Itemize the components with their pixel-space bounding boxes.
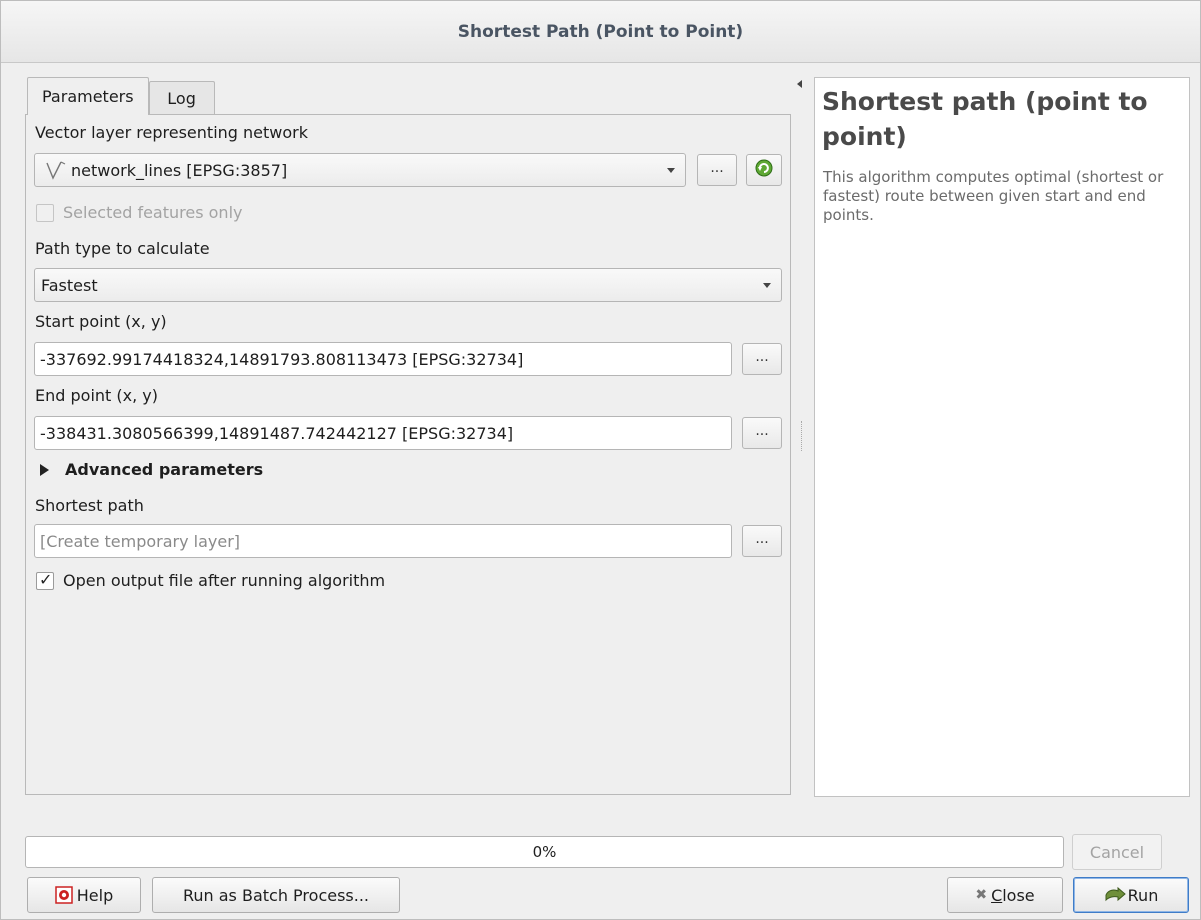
help-description: This algorithm computes optimal (shortes… xyxy=(823,168,1164,224)
end-point-pick-button[interactable]: ... xyxy=(742,417,782,449)
help-label: Help xyxy=(76,885,114,905)
open-output-label: Open output file after running algorithm xyxy=(63,571,386,590)
dialog-window: Shortest Path (Point to Point) Parameter… xyxy=(0,0,1201,920)
path-type-combo[interactable]: Fastest xyxy=(34,268,782,302)
end-point-label: End point (x, y) xyxy=(35,386,158,405)
browse-label: ... xyxy=(755,531,769,547)
cancel-label: Cancel xyxy=(1089,842,1145,862)
window-titlebar[interactable]: Shortest Path (Point to Point) xyxy=(1,1,1200,63)
chevron-down-icon xyxy=(763,283,771,288)
help-title: Shortest path (point to point) xyxy=(822,87,1148,151)
run-button[interactable]: Run xyxy=(1073,877,1189,913)
run-label: Run xyxy=(1127,885,1159,905)
parameters-panel: Vector layer representing network networ… xyxy=(25,114,791,795)
browse-label: ... xyxy=(710,160,724,176)
progress-text: 0% xyxy=(532,843,557,861)
selected-only-label: Selected features only xyxy=(63,203,243,222)
refresh-icon xyxy=(754,158,774,178)
tab-parameters-label: Parameters xyxy=(42,87,134,106)
start-point-value: -337692.99174418324,14891793.808113473 [… xyxy=(40,349,524,369)
browse-label: ... xyxy=(755,349,769,365)
path-type-value: Fastest xyxy=(41,275,98,295)
network-browse-button[interactable]: ... xyxy=(697,154,737,186)
help-panel: Shortest path (point to point) This algo… xyxy=(814,77,1190,797)
iterate-features-button[interactable] xyxy=(746,154,782,186)
start-point-pick-button[interactable]: ... xyxy=(742,343,782,375)
tab-parameters[interactable]: Parameters xyxy=(27,77,149,115)
end-point-value: -338431.3080566399,14891487.742442127 [E… xyxy=(40,423,514,443)
advanced-parameters-toggle[interactable]: Advanced parameters xyxy=(40,460,263,479)
tab-log[interactable]: Log xyxy=(148,81,215,115)
window-title: Shortest Path (Point to Point) xyxy=(457,21,744,42)
tab-log-label: Log xyxy=(167,89,196,108)
cancel-button[interactable]: Cancel xyxy=(1072,834,1162,870)
caret-right-icon xyxy=(40,463,49,476)
advanced-parameters-label: Advanced parameters xyxy=(65,460,264,479)
run-icon xyxy=(1104,886,1126,904)
collapse-help-icon[interactable] xyxy=(797,80,802,88)
start-point-input[interactable]: -337692.99174418324,14891793.808113473 [… xyxy=(34,342,732,376)
path-type-label: Path type to calculate xyxy=(35,239,210,258)
browse-label: ... xyxy=(755,423,769,439)
splitter-handle[interactable] xyxy=(801,421,803,451)
output-browse-button[interactable]: ... xyxy=(742,525,782,557)
run-batch-label: Run as Batch Process... xyxy=(182,885,370,905)
checkmark-icon: ✓ xyxy=(39,570,53,589)
output-label: Shortest path xyxy=(35,496,144,515)
run-batch-button[interactable]: Run as Batch Process... xyxy=(152,877,400,913)
output-destination-input[interactable]: [Create temporary layer] xyxy=(34,524,732,558)
tab-bar: Parameters Log xyxy=(27,77,215,115)
line-layer-icon xyxy=(41,159,71,181)
close-icon: ✖ xyxy=(975,887,988,903)
close-label: Close xyxy=(991,885,1035,905)
output-placeholder: [Create temporary layer] xyxy=(40,531,241,551)
start-point-label: Start point (x, y) xyxy=(35,312,167,331)
selected-only-checkbox[interactable] xyxy=(36,204,54,222)
lifebuoy-icon xyxy=(55,886,73,904)
help-button[interactable]: Help xyxy=(27,877,141,913)
close-button[interactable]: ✖ Close xyxy=(947,877,1063,913)
chevron-down-icon xyxy=(667,168,675,173)
progress-bar: 0% xyxy=(25,836,1064,868)
end-point-input[interactable]: -338431.3080566399,14891487.742442127 [E… xyxy=(34,416,732,450)
open-output-checkbox[interactable]: ✓ xyxy=(36,570,54,590)
network-layer-combo[interactable]: network_lines [EPSG:3857] xyxy=(34,153,686,187)
network-layer-value: network_lines [EPSG:3857] xyxy=(71,160,288,180)
network-layer-label: Vector layer representing network xyxy=(35,123,308,142)
